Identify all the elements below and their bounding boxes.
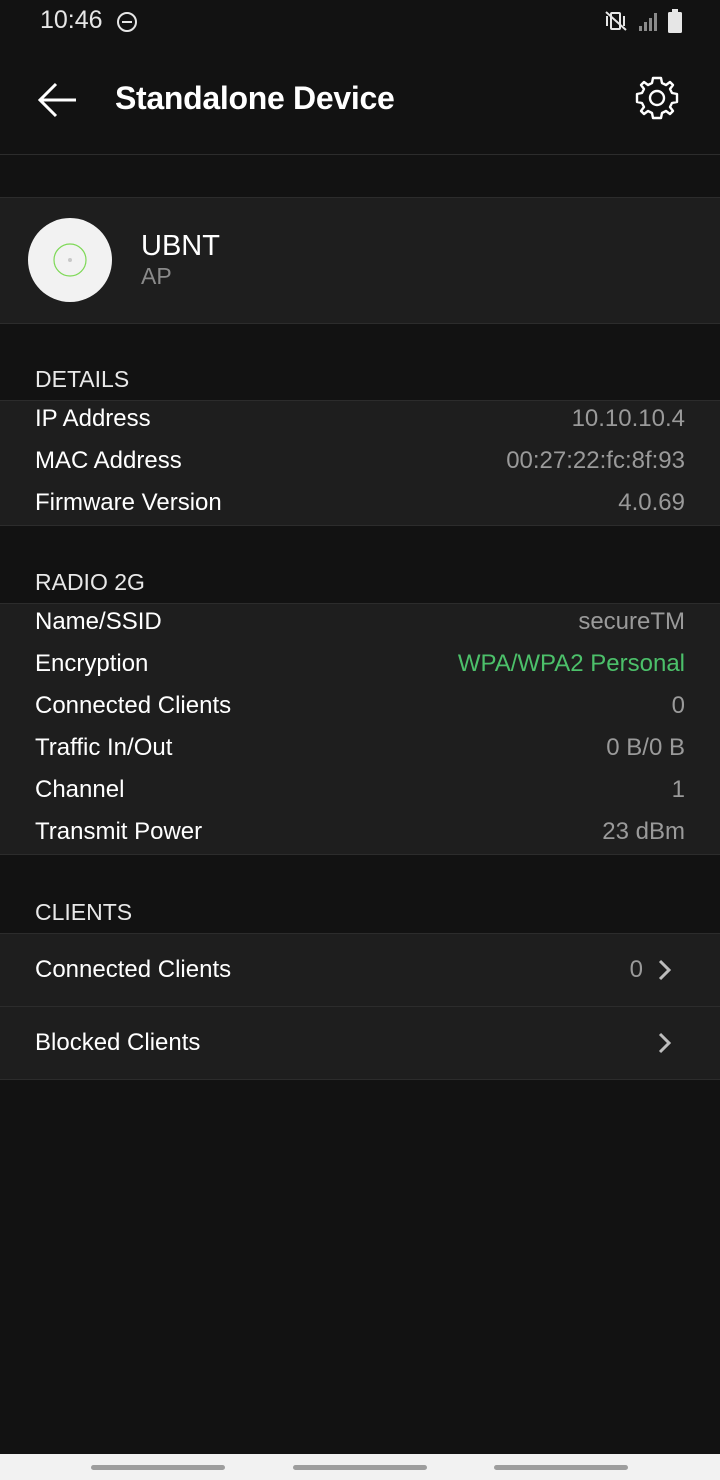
firmware-version-value: 4.0.69 (618, 489, 685, 516)
home-button[interactable] (293, 1465, 427, 1470)
connected-clients-label: Connected Clients (35, 692, 232, 719)
app-bar: Standalone Device (0, 44, 720, 154)
connected-clients-count: 0 (629, 956, 643, 983)
radio-row-encryption: Encryption WPA/WPA2 Personal (0, 646, 720, 688)
recents-button[interactable] (91, 1465, 225, 1470)
clients-block: Connected Clients 0 Blocked Clients (0, 933, 720, 1080)
status-bar: 10:46 (0, 0, 720, 44)
blocked-clients-row[interactable]: Blocked Clients (0, 1007, 720, 1079)
detail-row-ip: IP Address 10.10.10.4 (0, 401, 720, 443)
transmit-power-value: 23 dBm (602, 818, 685, 845)
chevron-right-icon (658, 1032, 672, 1054)
radio-row-connected: Connected Clients 0 (0, 688, 720, 730)
device-avatar (28, 218, 112, 302)
detail-row-firmware: Firmware Version 4.0.69 (0, 485, 720, 527)
chevron-right-icon (658, 959, 672, 981)
device-name: UBNT (141, 230, 220, 262)
page-title: Standalone Device (115, 80, 395, 116)
traffic-value: 0 B/0 B (606, 734, 685, 761)
channel-value: 1 (671, 776, 685, 803)
ssid-label: Name/SSID (35, 608, 162, 635)
firmware-version-label: Firmware Version (35, 489, 222, 516)
signal-icon (639, 13, 657, 31)
status-time: 10:46 (40, 6, 103, 34)
system-nav-bar (0, 1454, 720, 1480)
transmit-power-label: Transmit Power (35, 818, 203, 845)
device-type: AP (141, 263, 172, 289)
details-block: IP Address 10.10.10.4 MAC Address 00:27:… (0, 400, 720, 526)
traffic-label: Traffic In/Out (35, 734, 173, 761)
vibrate-icon (605, 11, 627, 31)
do-not-disturb-icon (117, 12, 137, 32)
connected-clients-nav-label: Connected Clients (35, 956, 232, 983)
details-header: DETAILS (35, 366, 130, 392)
channel-label: Channel (35, 776, 125, 803)
blocked-clients-nav-label: Blocked Clients (35, 1029, 201, 1056)
mac-address-value: 00:27:22:fc:8f:93 (506, 447, 685, 474)
device-card: UBNT AP (0, 197, 720, 324)
radio-header: RADIO 2G (35, 569, 145, 595)
back-button[interactable] (494, 1465, 628, 1470)
encryption-label: Encryption (35, 650, 149, 677)
connected-clients-row[interactable]: Connected Clients 0 (0, 934, 720, 1007)
back-arrow-icon[interactable] (36, 78, 80, 122)
detail-row-mac: MAC Address 00:27:22:fc:8f:93 (0, 443, 720, 485)
ip-address-value: 10.10.10.4 (571, 405, 685, 432)
radio-row-ssid: Name/SSID secureTM (0, 604, 720, 646)
ssid-value: secureTM (578, 608, 685, 635)
radio-row-channel: Channel 1 (0, 772, 720, 814)
access-point-icon (53, 243, 87, 277)
radio-block: Name/SSID secureTM Encryption WPA/WPA2 P… (0, 603, 720, 855)
ip-address-label: IP Address (35, 405, 151, 432)
battery-icon (668, 9, 682, 33)
radio-row-traffic: Traffic In/Out 0 B/0 B (0, 730, 720, 772)
connected-clients-value: 0 (671, 692, 685, 719)
mac-address-label: MAC Address (35, 447, 182, 474)
appbar-divider (0, 154, 720, 155)
gear-icon[interactable] (634, 75, 680, 121)
radio-row-power: Transmit Power 23 dBm (0, 814, 720, 856)
encryption-value: WPA/WPA2 Personal (457, 650, 685, 677)
clients-header: CLIENTS (35, 899, 133, 925)
